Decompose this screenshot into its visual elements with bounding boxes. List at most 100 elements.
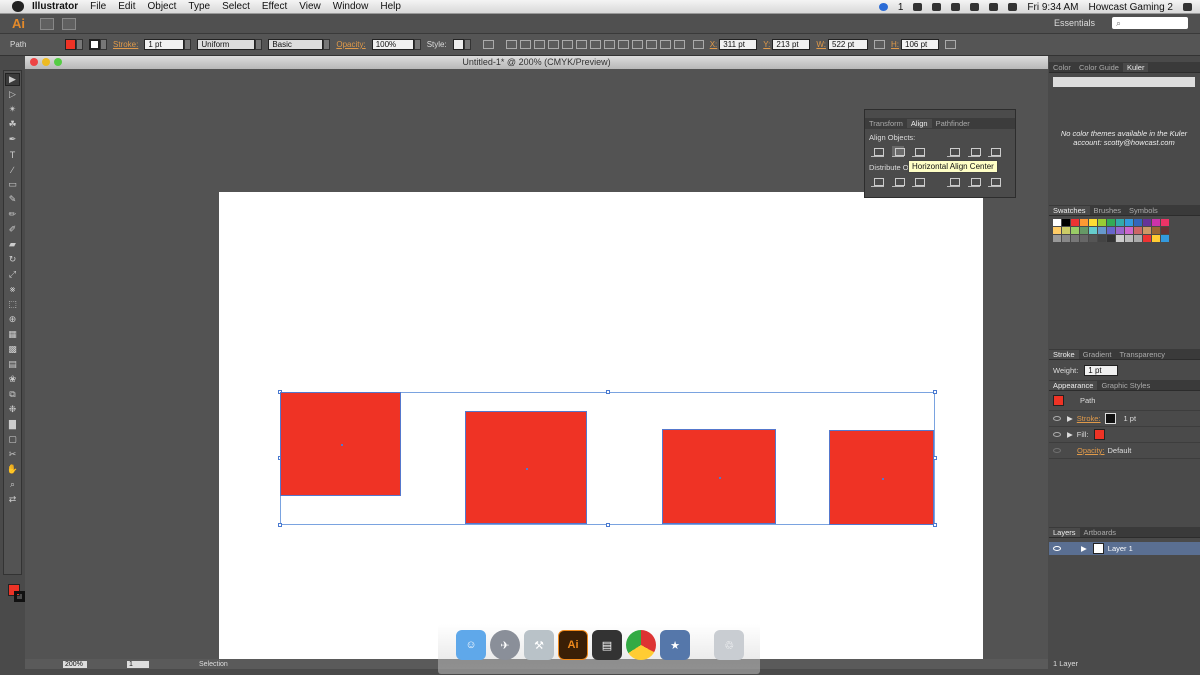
y-label[interactable]: Y:	[763, 40, 770, 49]
red-square-3[interactable]	[662, 429, 776, 524]
constrain-link-icon[interactable]	[874, 40, 886, 49]
swatch-chip[interactable]	[1125, 219, 1133, 226]
swatch-chip[interactable]	[1152, 219, 1160, 226]
distribute-right-icon[interactable]	[673, 40, 685, 49]
horizontal-distribute-left-icon[interactable]	[947, 176, 960, 187]
swatch-chip[interactable]	[1107, 227, 1115, 234]
x-field[interactable]: 311 pt	[719, 39, 758, 50]
swatch-chip[interactable]	[1152, 235, 1160, 242]
expand-triangle-icon[interactable]: ▶	[1067, 414, 1073, 423]
swatches-grid[interactable]	[1049, 216, 1200, 245]
expand-triangle-icon[interactable]: ▶	[1081, 544, 1087, 553]
vertical-align-bottom-icon[interactable]	[988, 146, 1002, 157]
preview-icon[interactable]: ⚒	[524, 630, 554, 660]
swatch-chip[interactable]	[1161, 227, 1169, 234]
tab-layers[interactable]: Layers	[1049, 527, 1080, 537]
tab-pathfinder[interactable]: Pathfinder	[932, 119, 974, 128]
swatch-chip[interactable]	[1071, 227, 1079, 234]
variable-width-profile[interactable]: Uniform	[197, 39, 256, 50]
eye-icon[interactable]	[1053, 546, 1061, 551]
swatch-chip[interactable]	[1089, 235, 1097, 242]
menu-object[interactable]: Object	[147, 1, 176, 12]
swatch-chip[interactable]	[1143, 219, 1151, 226]
align-right-icon[interactable]	[547, 40, 559, 49]
swatch-chip[interactable]	[1116, 227, 1124, 234]
tab-transform[interactable]: Transform	[865, 119, 907, 128]
menu-app-name[interactable]: Illustrator	[32, 1, 78, 12]
swatch-chip[interactable]	[1143, 227, 1151, 234]
workspace-switcher[interactable]: Essentials	[1054, 18, 1095, 28]
handle-bottom-center[interactable]	[606, 523, 610, 527]
distribute-hcenter-icon[interactable]	[659, 40, 671, 49]
style-dropdown[interactable]	[463, 39, 471, 50]
vertical-align-top-icon[interactable]	[947, 146, 960, 157]
fill-dropdown[interactable]	[76, 39, 83, 50]
zoom-tool-icon[interactable]: ⌕	[5, 478, 20, 491]
toolbox-stroke-swatch[interactable]	[14, 591, 25, 602]
menu-view[interactable]: View	[299, 1, 321, 12]
swatch-chip[interactable]	[1098, 219, 1106, 226]
artboard-tool-icon[interactable]: ▢	[5, 433, 20, 446]
rectangle-tool-icon[interactable]: ▭	[5, 178, 20, 191]
height-field[interactable]: 106 pt	[901, 39, 940, 50]
red-square-4[interactable]	[829, 430, 934, 525]
x-label[interactable]: X:	[710, 40, 718, 49]
stroke-label[interactable]: Stroke:	[113, 40, 138, 49]
blend-tool-icon[interactable]: ⧉	[5, 388, 20, 401]
swatch-chip[interactable]	[1062, 219, 1070, 226]
swatch-chip[interactable]	[1116, 235, 1124, 242]
magic-wand-tool-icon[interactable]: ✴	[5, 103, 20, 116]
artboard[interactable]	[219, 192, 983, 662]
swatch-chip[interactable]	[1053, 227, 1061, 234]
slice-tool-icon[interactable]: ✂	[5, 448, 20, 461]
menu-file[interactable]: File	[90, 1, 106, 12]
distribute-bottom-icon[interactable]	[631, 40, 643, 49]
tab-kuler[interactable]: Kuler	[1122, 62, 1149, 72]
hand-tool-icon[interactable]: ✋	[5, 463, 20, 476]
menu-effect[interactable]: Effect	[262, 1, 287, 12]
kuler-search-input[interactable]	[1053, 77, 1195, 87]
status-text[interactable]: Selection	[199, 661, 228, 668]
artboard-number-field[interactable]: 1	[127, 660, 149, 668]
swatch-chip[interactable]	[1062, 227, 1070, 234]
minimize-window-icon[interactable]	[42, 58, 50, 66]
width-tool-icon[interactable]: ⨳	[5, 283, 20, 296]
swatch-chip[interactable]	[1134, 227, 1142, 234]
appearance-opacity-label[interactable]: Opacity:	[1077, 446, 1105, 455]
eyedropper-tool-icon[interactable]: ❀	[5, 373, 20, 386]
swatch-chip[interactable]	[1152, 227, 1160, 234]
line-tool-icon[interactable]: ∕	[5, 163, 20, 176]
swatch-chip[interactable]	[1098, 227, 1106, 234]
handle-top-right[interactable]	[933, 390, 937, 394]
tab-stroke[interactable]: Stroke	[1049, 349, 1079, 359]
swatch-chip[interactable]	[1080, 235, 1088, 242]
menu-help[interactable]: Help	[380, 1, 401, 12]
swatch-chip[interactable]	[1098, 235, 1106, 242]
zoom-window-icon[interactable]	[54, 58, 62, 66]
handle-top-center[interactable]	[606, 390, 610, 394]
swatch-chip[interactable]	[1107, 219, 1115, 226]
swatch-chip[interactable]	[1062, 235, 1070, 242]
imovie-icon[interactable]: ★	[660, 630, 690, 660]
tab-graphic-styles[interactable]: Graphic Styles	[1097, 381, 1154, 390]
appearance-stroke-label[interactable]: Stroke:	[1077, 414, 1101, 423]
horizontal-align-left-icon[interactable]	[871, 146, 884, 157]
shape-builder-tool-icon[interactable]: ⊕	[5, 313, 20, 326]
vertical-distribute-center-icon[interactable]	[891, 176, 905, 187]
scale-tool-icon[interactable]: ⤢	[5, 268, 20, 281]
tab-transparency[interactable]: Transparency	[1115, 350, 1169, 359]
status-badge-icon[interactable]	[878, 3, 888, 11]
pencil-tool-icon[interactable]: ✏	[5, 208, 20, 221]
horizontal-align-right-icon[interactable]	[912, 146, 926, 157]
horizontal-distribute-right-icon[interactable]	[988, 176, 1002, 187]
blob-brush-tool-icon[interactable]: ✐	[5, 223, 20, 236]
eye-icon[interactable]	[1053, 448, 1061, 453]
swatch-chip[interactable]	[1089, 219, 1097, 226]
rotate-tool-icon[interactable]: ↻	[5, 253, 20, 266]
selection-tool-icon[interactable]: ▶	[5, 73, 20, 86]
user-name[interactable]: Howcast Gaming 2	[1089, 2, 1173, 13]
recolor-artwork-icon[interactable]	[482, 40, 494, 49]
tab-swatches[interactable]: Swatches	[1049, 205, 1090, 215]
h-label[interactable]: H:	[891, 40, 899, 49]
transform-options-icon[interactable]	[945, 40, 957, 49]
